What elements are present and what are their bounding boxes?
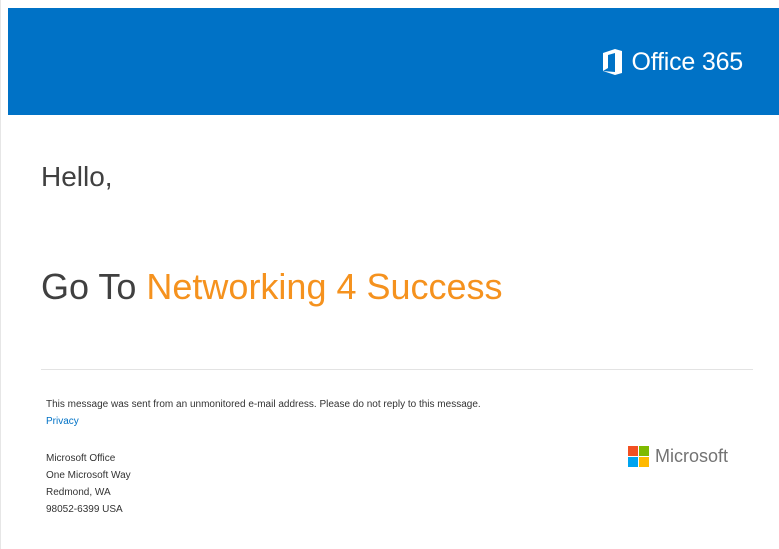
greeting-text: Hello,: [41, 161, 113, 192]
email-message: Office 365 Hello, Go To Networking 4 Suc…: [0, 0, 779, 549]
microsoft-logo-icon: [628, 445, 649, 467]
email-header-banner: Office 365: [8, 8, 779, 115]
address-line: Microsoft Office: [46, 453, 116, 464]
address-line: 98052-6399 USA: [46, 504, 123, 515]
address-line: Redmond, WA: [46, 487, 111, 498]
postal-address: Microsoft Office One Microsoft Way Redmo…: [46, 450, 131, 518]
headline: Go To Networking 4 Success: [41, 266, 503, 308]
footer-divider: [41, 369, 753, 370]
office-365-brand: Office 365: [601, 48, 743, 76]
office-logo-icon: [601, 48, 623, 76]
headline-prefix: Go To: [41, 266, 147, 307]
networking-success-link[interactable]: Networking 4 Success: [146, 266, 502, 307]
frame-edge: [0, 0, 1, 549]
unmonitored-notice: This message was sent from an unmonitore…: [46, 399, 481, 410]
address-line: One Microsoft Way: [46, 470, 131, 481]
brand-name: Office 365: [631, 48, 743, 76]
privacy-link[interactable]: Privacy: [46, 416, 79, 428]
microsoft-logo: Microsoft: [628, 445, 728, 467]
microsoft-wordmark: Microsoft: [655, 446, 729, 466]
